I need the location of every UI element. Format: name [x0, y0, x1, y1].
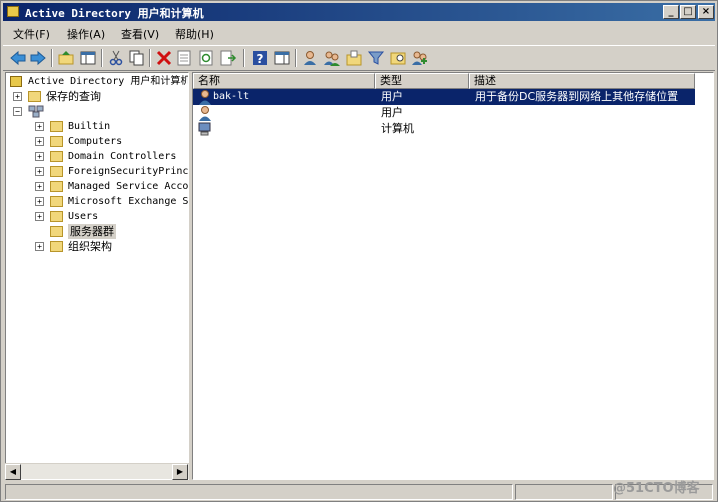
list-cell-name: bak-lt — [213, 91, 250, 102]
help-icon[interactable]: ? — [251, 49, 269, 67]
properties-icon[interactable] — [175, 49, 193, 67]
toolbar-separator — [149, 49, 151, 67]
tree-item-label: 保存的查询 — [46, 90, 101, 103]
toolbar-separator — [243, 49, 245, 67]
computer-icon — [198, 122, 211, 136]
menu-file[interactable]: 文件(F) — [13, 26, 50, 42]
app-icon — [7, 6, 19, 17]
folder-icon — [50, 211, 63, 222]
status-bar — [3, 483, 715, 501]
expand-icon[interactable]: + — [35, 212, 44, 221]
menu-help[interactable]: 帮助(H) — [175, 26, 214, 42]
table-row[interactable]: 用户 — [193, 105, 695, 121]
scroll-right-button[interactable]: ▶ — [172, 464, 188, 480]
folder-icon — [50, 241, 63, 252]
expand-icon[interactable]: + — [35, 122, 44, 131]
tree-item-label: ForeignSecurityPrincip — [68, 166, 189, 177]
expand-icon[interactable]: + — [35, 167, 44, 176]
menu-action[interactable]: 操作(A) — [67, 26, 105, 42]
show-hide-pane-icon[interactable] — [273, 49, 291, 67]
new-user-icon[interactable] — [301, 49, 319, 67]
tree-item-label: Builtin — [68, 121, 111, 132]
toolbar: ? — [3, 45, 715, 71]
folder-icon — [28, 91, 41, 102]
toolbar-separator — [295, 49, 297, 67]
app-window: Active Directory 用户和计算机 _ □ × 文件(F) 操作(A… — [0, 0, 718, 502]
window-title: Active Directory 用户和计算机 — [25, 7, 204, 20]
table-row[interactable]: 计算机 — [193, 121, 695, 137]
cut-icon[interactable] — [107, 49, 125, 67]
details-list[interactable]: 名称 类型 描述 bak-lt 用户 用于备份DC服务器到网络上其他存储位置 用户 计算… — [192, 72, 714, 480]
menu-view[interactable]: 查看(V) — [121, 26, 159, 42]
expand-icon[interactable]: + — [35, 152, 44, 161]
forward-icon[interactable] — [29, 49, 47, 67]
tree-item-label: Domain Controllers — [68, 151, 177, 162]
tree-item-label: 组织架构 — [68, 240, 112, 253]
minimize-button[interactable]: _ — [663, 5, 679, 19]
expand-icon[interactable]: + — [13, 92, 22, 101]
column-header-type[interactable]: 类型 — [375, 73, 469, 89]
menu-bar: 文件(F) 操作(A) 查看(V) 帮助(H) — [3, 23, 715, 43]
list-cell-description: 用于备份DC服务器到网络上其他存储位置 — [475, 90, 679, 103]
new-group-icon[interactable] — [323, 49, 341, 67]
folder-icon — [50, 121, 63, 132]
tree-item-label: 服务器群 — [68, 224, 116, 239]
scroll-left-button[interactable]: ◀ — [5, 464, 21, 480]
folder-icon — [50, 136, 63, 147]
column-header-name[interactable]: 名称 — [193, 73, 375, 89]
delete-icon[interactable] — [155, 49, 173, 67]
toolbar-separator — [101, 49, 103, 67]
folder-icon — [50, 166, 63, 177]
folder-icon — [50, 181, 63, 192]
list-cell-type: 用户 — [381, 90, 403, 103]
tree-item-label: Managed Service Accour — [68, 181, 189, 192]
collapse-icon[interactable]: − — [13, 107, 22, 116]
tree-item-label: Microsoft Exchange Sec — [68, 196, 189, 207]
folder-icon — [50, 226, 63, 237]
back-icon[interactable] — [9, 49, 27, 67]
new-ou-icon[interactable] — [345, 49, 363, 67]
expand-icon[interactable]: + — [35, 242, 44, 251]
expand-icon[interactable]: + — [35, 137, 44, 146]
filter-icon[interactable] — [367, 49, 385, 67]
tree-root-label: Active Directory 用户和计算机 — [28, 76, 189, 87]
list-cell-type: 用户 — [381, 106, 403, 119]
aduc-icon — [10, 76, 22, 87]
refresh-icon[interactable] — [197, 49, 215, 67]
status-pane-main — [5, 484, 513, 500]
toolbar-separator — [51, 49, 53, 67]
column-header-description[interactable]: 描述 — [469, 73, 695, 89]
folder-icon — [50, 151, 63, 162]
list-cell-type: 计算机 — [381, 122, 414, 135]
maximize-button[interactable]: □ — [680, 5, 696, 19]
user-icon — [199, 90, 211, 105]
tree-horizontal-scrollbar[interactable]: ◀ ▶ — [5, 463, 189, 480]
export-list-icon[interactable] — [219, 49, 237, 67]
copy-icon[interactable] — [127, 49, 145, 67]
folder-icon — [50, 196, 63, 207]
user-icon — [199, 106, 211, 121]
watermark: @51CTO博客 — [613, 481, 700, 496]
up-folder-icon[interactable] — [57, 49, 75, 67]
find-icon[interactable] — [389, 49, 407, 67]
add-to-group-icon[interactable] — [411, 49, 429, 67]
tree-item-label: Users — [68, 211, 99, 222]
title-bar[interactable]: Active Directory 用户和计算机 _ □ × — [3, 3, 715, 21]
expand-icon[interactable]: + — [35, 182, 44, 191]
expand-icon[interactable]: + — [35, 197, 44, 206]
close-button[interactable]: × — [698, 5, 714, 19]
console-tree[interactable]: Active Directory 用户和计算机 + 保存的查询 − + Built… — [5, 72, 189, 480]
svg-text:?: ? — [257, 52, 264, 66]
tree-item-label: Computers — [68, 136, 123, 147]
domain-icon — [28, 105, 44, 118]
status-pane-mid — [515, 484, 613, 500]
show-console-tree-icon[interactable] — [79, 49, 97, 67]
table-row[interactable]: bak-lt 用户 用于备份DC服务器到网络上其他存储位置 — [193, 89, 695, 105]
